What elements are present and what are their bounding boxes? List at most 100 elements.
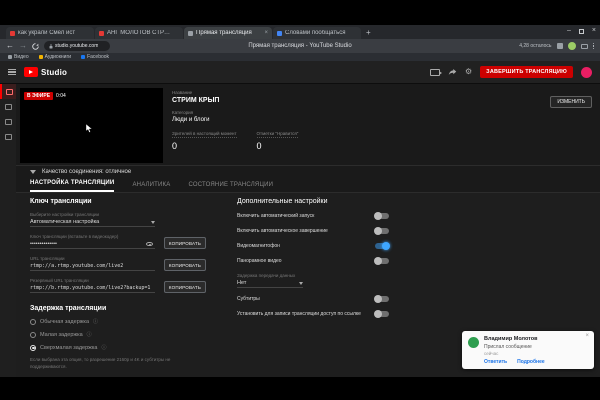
copy-backup-button[interactable]: КОПИРОВАТЬ bbox=[164, 281, 206, 293]
rail-item[interactable] bbox=[0, 99, 16, 114]
notification-toast[interactable]: × Владимир Молотов Прислал сообщение сей… bbox=[462, 331, 594, 369]
studio-avatar[interactable] bbox=[581, 67, 592, 78]
stream-key-value: •••••••••••••• bbox=[30, 241, 146, 247]
section-tab[interactable]: НАСТРОЙКА ТРАНСЛЯЦИИ bbox=[30, 180, 114, 192]
stream-category-label: Категория bbox=[172, 110, 298, 115]
latency-option[interactable]: Сверхмалая задержка ⓘ bbox=[30, 344, 206, 351]
cast-icon[interactable] bbox=[581, 44, 588, 49]
settings-gear-icon[interactable]: ⚙ bbox=[465, 67, 472, 77]
info-icon[interactable]: ⓘ bbox=[101, 344, 106, 351]
info-icon[interactable]: ⓘ bbox=[87, 331, 92, 338]
share-icon[interactable] bbox=[448, 68, 457, 76]
tab-favicon bbox=[99, 31, 104, 36]
setting-label: Панорамное видео bbox=[237, 258, 375, 264]
setting-label: Включить автоматическое завершение bbox=[237, 228, 375, 234]
connection-quality-row[interactable]: Качество соединения: отличное bbox=[16, 165, 600, 178]
toggle-switch[interactable] bbox=[375, 311, 389, 317]
maximize-icon[interactable] bbox=[579, 29, 584, 34]
section-tab[interactable]: СОСТОЯНИЕ ТРАНСЛЯЦИИ bbox=[188, 182, 273, 192]
address-bar[interactable]: studio.youtube.com bbox=[44, 41, 110, 51]
browser-tab[interactable]: АНГ МОЛОТОВ СТРИМ × bbox=[95, 27, 183, 39]
stream-title-label: Название bbox=[172, 90, 298, 95]
toast-close-icon[interactable]: × bbox=[585, 333, 589, 339]
stat-value: 0 bbox=[257, 141, 299, 151]
toggle-switch[interactable] bbox=[375, 258, 389, 264]
youtube-play-icon bbox=[24, 67, 38, 77]
tab-close-icon[interactable]: × bbox=[264, 30, 268, 36]
radio-icon[interactable] bbox=[30, 332, 36, 338]
toggle-switch[interactable] bbox=[375, 228, 389, 234]
end-stream-button[interactable]: ЗАВЕРШИТЬ ТРАНСЛЯЦИЮ bbox=[480, 66, 573, 78]
preset-select[interactable]: Автоматическая настройка bbox=[30, 217, 155, 227]
create-video-icon[interactable] bbox=[430, 69, 440, 76]
setting-row: Включить автоматическое завершение bbox=[237, 227, 389, 235]
forward-icon[interactable]: → bbox=[19, 42, 27, 50]
address-url: studio.youtube.com bbox=[55, 43, 98, 49]
refresh-icon[interactable] bbox=[32, 43, 39, 50]
bookmark-favicon bbox=[39, 55, 43, 59]
rail-item[interactable] bbox=[0, 129, 16, 144]
latency-option[interactable]: Обычная задержка ⓘ bbox=[30, 318, 206, 325]
notification-action[interactable]: Подробнее bbox=[517, 359, 545, 365]
studio-brand: Studio bbox=[41, 68, 67, 77]
delay-label: Задержка передачи данных bbox=[237, 273, 389, 278]
latency-option[interactable]: Малая задержка ⓘ bbox=[30, 331, 206, 338]
copy-url-button[interactable]: КОПИРОВАТЬ bbox=[164, 259, 206, 271]
notification-message: Прислал сообщение bbox=[484, 344, 538, 350]
preset-value: Автоматическая настройка bbox=[30, 219, 151, 225]
stream-info: Название СТРИМ КРЫП Категория Люди и бло… bbox=[172, 90, 298, 151]
notification-title: Владимир Молотов bbox=[484, 336, 538, 342]
edit-stream-button[interactable]: ИЗМЕНИТЬ bbox=[550, 96, 592, 108]
bookmark-label: Аудиокниги bbox=[45, 54, 71, 60]
setting-label: Включить автоматический запуск bbox=[237, 213, 375, 219]
new-tab-button[interactable]: + bbox=[366, 27, 371, 39]
stream-category[interactable]: Люди и блоги bbox=[172, 117, 298, 123]
close-icon[interactable]: × bbox=[592, 26, 596, 36]
minimize-icon[interactable]: – bbox=[567, 26, 571, 36]
toggle-switch[interactable] bbox=[375, 213, 389, 219]
latency-options: Обычная задержка ⓘ Малая задержка ⓘ Свер… bbox=[30, 318, 206, 351]
rail-item[interactable] bbox=[0, 84, 16, 99]
section-tab[interactable]: АНАЛИТИКА bbox=[132, 182, 170, 192]
info-icon[interactable]: ⓘ bbox=[93, 318, 98, 325]
stream-key-group: Ключ трансляции (вставьте в видеокодер) … bbox=[30, 234, 206, 249]
rail-item[interactable] bbox=[0, 114, 16, 129]
delay-value: Нет bbox=[237, 280, 299, 286]
bookmark-item[interactable]: Facebook bbox=[81, 54, 109, 60]
menu-icon[interactable] bbox=[8, 69, 16, 76]
stream-url-field[interactable]: rtmp://a.rtmp.youtube.com/live2 bbox=[30, 261, 155, 271]
browser-tab[interactable]: Прямая трансляция × bbox=[184, 27, 272, 39]
latency-note: Если выбрана эта опция, то разрешение 21… bbox=[30, 357, 180, 371]
reveal-key-eye-icon[interactable] bbox=[146, 242, 153, 247]
bottom-toggles: Субтитры Установить для записи трансляци… bbox=[237, 295, 389, 318]
setting-row: Установить для записи трансляции доступ … bbox=[237, 310, 389, 318]
studio-logo[interactable]: Studio bbox=[24, 67, 67, 77]
download-status[interactable]: 4,28 осталось bbox=[519, 43, 551, 49]
screen: как украли Смел ист × АНГ МОЛОТОВ СТРИМ … bbox=[0, 0, 600, 400]
stream-key-column: Ключ трансляции Выберите настройки транс… bbox=[30, 198, 206, 371]
backup-url-field[interactable]: rtmp://b.rtmp.youtube.com/live2?backup=1 bbox=[30, 283, 155, 293]
toggle-switch[interactable] bbox=[375, 296, 389, 302]
stream-key-field[interactable]: •••••••••••••• bbox=[30, 239, 155, 249]
back-icon[interactable]: ← bbox=[6, 42, 14, 50]
browser-tab[interactable]: Словами пообщаться × bbox=[273, 27, 361, 39]
radio-icon[interactable] bbox=[30, 319, 36, 325]
window-controls: – × bbox=[567, 26, 596, 36]
radio-icon[interactable] bbox=[30, 345, 36, 351]
browser-profile-avatar[interactable] bbox=[568, 42, 576, 50]
notification-time: сейчас bbox=[484, 351, 538, 356]
toolbar-right: 4,28 осталось bbox=[519, 42, 594, 50]
browser-menu-icon[interactable] bbox=[593, 43, 595, 50]
browser-tab[interactable]: как украли Смел ист × bbox=[6, 27, 94, 39]
extensions-icon[interactable] bbox=[557, 43, 563, 49]
setting-label: Видеомагнитофон bbox=[237, 243, 375, 249]
additional-settings-column: Дополнительные настройки Включить автома… bbox=[237, 198, 389, 318]
copy-key-button[interactable]: КОПИРОВАТЬ bbox=[164, 237, 206, 249]
toggle-switch[interactable] bbox=[375, 243, 389, 249]
radio-label: Сверхмалая задержка bbox=[40, 345, 97, 351]
setting-label: Субтитры bbox=[237, 296, 375, 302]
bookmark-item[interactable]: Аудиокниги bbox=[39, 54, 71, 60]
notification-action[interactable]: Ответить bbox=[484, 359, 507, 365]
bookmark-item[interactable]: Видео bbox=[8, 54, 29, 60]
delay-select[interactable]: Нет bbox=[237, 278, 303, 288]
